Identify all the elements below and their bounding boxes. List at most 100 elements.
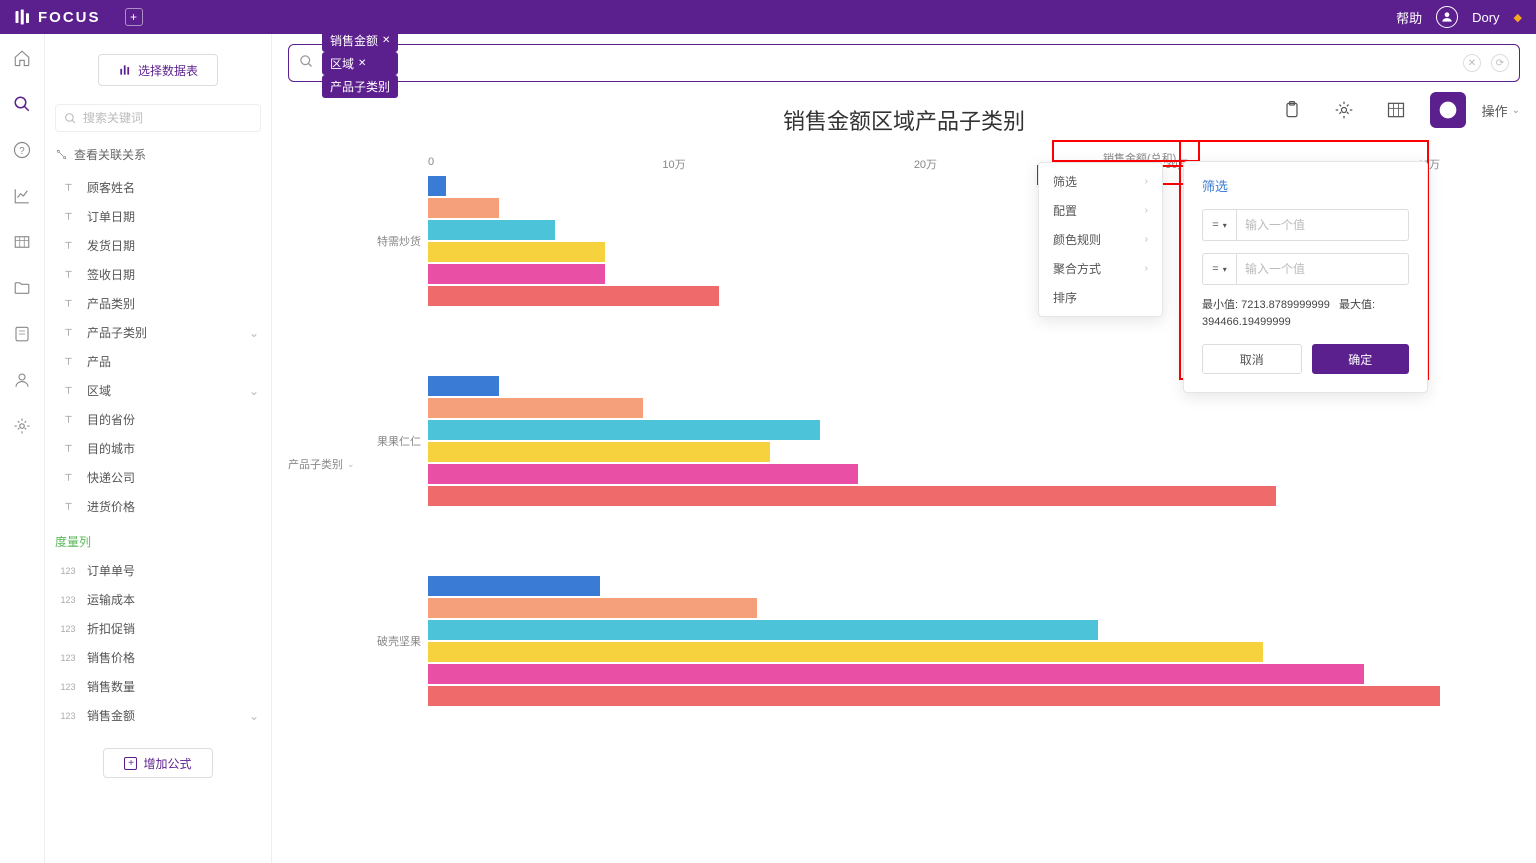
field-签收日期[interactable]: 签收日期 xyxy=(55,260,261,289)
nav-chart-icon[interactable] xyxy=(12,186,32,206)
field-销售金额[interactable]: 123销售金额⌄ xyxy=(55,701,261,730)
nav-home-icon[interactable] xyxy=(12,48,32,68)
text-type-icon xyxy=(57,385,79,396)
bar[interactable] xyxy=(428,264,605,284)
nav-folder-icon[interactable] xyxy=(12,278,32,298)
x-tick: 0 xyxy=(428,156,434,176)
field-运输成本[interactable]: 123运输成本 xyxy=(55,585,261,614)
field-产品子类别[interactable]: 产品子类别⌄ xyxy=(55,318,261,347)
bar-group: 果果仁仁 xyxy=(428,376,1440,506)
text-type-icon xyxy=(57,356,79,367)
sidebar: 选择数据表 查看关联关系 顾客姓名订单日期发货日期签收日期产品类别产品子类别⌄产… xyxy=(45,34,272,863)
clipboard-icon[interactable] xyxy=(1274,92,1310,128)
field-目的省份[interactable]: 目的省份 xyxy=(55,405,261,434)
table-view-icon[interactable] xyxy=(1378,92,1414,128)
clear-query-button[interactable]: ✕ xyxy=(1463,54,1481,72)
select-table-label: 选择数据表 xyxy=(138,62,198,79)
filter-input-1[interactable] xyxy=(1236,209,1409,241)
add-tab-button[interactable]: + xyxy=(125,8,143,26)
nav-table-icon[interactable] xyxy=(12,232,32,252)
filter-ok-button[interactable]: 确定 xyxy=(1312,344,1410,374)
sidebar-search[interactable] xyxy=(55,104,261,132)
text-type-icon xyxy=(57,211,79,222)
field-订单日期[interactable]: 订单日期 xyxy=(55,202,261,231)
bar[interactable] xyxy=(428,176,446,196)
y-axis-label[interactable]: 产品子类别 ⌄ xyxy=(288,456,355,472)
ctx-item-配置[interactable]: 配置› xyxy=(1039,196,1162,225)
query-tag[interactable]: 销售金额✕ xyxy=(322,29,398,52)
bar[interactable] xyxy=(428,398,643,418)
field-发货日期[interactable]: 发货日期 xyxy=(55,231,261,260)
filter-op-2[interactable]: =▾ xyxy=(1202,253,1236,285)
bar[interactable] xyxy=(428,376,499,396)
relation-link-label: 查看关联关系 xyxy=(74,146,146,163)
refresh-query-button[interactable]: ⟳ xyxy=(1491,54,1509,72)
sidebar-search-input[interactable] xyxy=(83,111,252,125)
measure-section-label: 度量列 xyxy=(55,533,261,550)
chevron-down-icon: ⌄ xyxy=(347,459,355,470)
filter-panel-title: 筛选 xyxy=(1202,176,1409,195)
user-avatar[interactable] xyxy=(1436,6,1458,28)
bar[interactable] xyxy=(428,598,757,618)
remove-tag-icon[interactable]: ✕ xyxy=(382,35,390,46)
settings-icon[interactable] xyxy=(1326,92,1362,128)
text-type-icon xyxy=(57,269,79,280)
field-顾客姓名[interactable]: 顾客姓名 xyxy=(55,173,261,202)
filter-cancel-button[interactable]: 取消 xyxy=(1202,344,1302,374)
bar[interactable] xyxy=(428,486,1276,506)
bar[interactable] xyxy=(428,198,499,218)
filter-input-2[interactable] xyxy=(1236,253,1409,285)
bar[interactable] xyxy=(428,686,1440,706)
bar[interactable] xyxy=(428,420,820,440)
query-tag[interactable]: 区域✕ xyxy=(322,52,398,75)
field-订单单号[interactable]: 123订单单号 xyxy=(55,556,261,585)
help-link[interactable]: 帮助 xyxy=(1396,8,1422,27)
nav-settings-icon[interactable] xyxy=(12,416,32,436)
relation-link[interactable]: 查看关联关系 xyxy=(55,146,261,163)
nav-user-icon[interactable] xyxy=(12,370,32,390)
bar-group: 破壳坚果 xyxy=(428,576,1440,706)
user-name[interactable]: Dory xyxy=(1472,10,1499,25)
field-产品[interactable]: 产品 xyxy=(55,347,261,376)
bar[interactable] xyxy=(428,642,1263,662)
bar[interactable] xyxy=(428,286,719,306)
chevron-down-icon: ⌄ xyxy=(249,326,259,340)
select-table-button[interactable]: 选择数据表 xyxy=(98,54,218,86)
chart-toolbar: 操作 ⌄ xyxy=(1274,92,1520,128)
text-type-icon xyxy=(57,298,79,309)
filter-op-1[interactable]: =▾ xyxy=(1202,209,1236,241)
bar[interactable] xyxy=(428,576,600,596)
field-产品类别[interactable]: 产品类别 xyxy=(55,289,261,318)
ctx-item-排序[interactable]: 排序 xyxy=(1039,283,1162,312)
bar[interactable] xyxy=(428,664,1364,684)
premium-icon: ◆ xyxy=(1514,11,1522,24)
nav-data-icon[interactable] xyxy=(12,324,32,344)
bar[interactable] xyxy=(428,220,555,240)
nav-search-icon[interactable] xyxy=(12,94,32,114)
chevron-right-icon: › xyxy=(1145,234,1148,245)
filter-minmax: 最小值: 7213.8789999999 最大值: 394466.1949999… xyxy=(1202,297,1409,330)
field-折扣促销[interactable]: 123折扣促销 xyxy=(55,614,261,643)
ctx-item-颜色规则[interactable]: 颜色规则› xyxy=(1039,225,1162,254)
ctx-item-聚合方式[interactable]: 聚合方式› xyxy=(1039,254,1162,283)
chart-view-icon[interactable] xyxy=(1430,92,1466,128)
field-销售价格[interactable]: 123销售价格 xyxy=(55,643,261,672)
add-formula-button[interactable]: + 增加公式 xyxy=(103,748,213,778)
remove-tag-icon[interactable]: ✕ xyxy=(358,58,366,69)
bar[interactable] xyxy=(428,464,858,484)
action-dropdown[interactable]: 操作 ⌄ xyxy=(1482,101,1520,120)
x-tick: 20万 xyxy=(914,156,937,176)
field-目的城市[interactable]: 目的城市 xyxy=(55,434,261,463)
field-快递公司[interactable]: 快递公司 xyxy=(55,463,261,492)
field-销售数量[interactable]: 123销售数量 xyxy=(55,672,261,701)
query-tag[interactable]: 产品子类别 xyxy=(322,75,398,98)
bar[interactable] xyxy=(428,442,770,462)
field-区域[interactable]: 区域⌄ xyxy=(55,376,261,405)
query-bar[interactable]: 销售金额✕ 区域✕ 产品子类别 ✕ ⟳ xyxy=(288,44,1520,82)
bar[interactable] xyxy=(428,620,1098,640)
ctx-item-筛选[interactable]: 筛选› xyxy=(1039,167,1162,196)
field-进货价格[interactable]: 进货价格 xyxy=(55,492,261,521)
nav-help-icon[interactable]: ? xyxy=(12,140,32,160)
text-type-icon xyxy=(57,443,79,454)
bar[interactable] xyxy=(428,242,605,262)
